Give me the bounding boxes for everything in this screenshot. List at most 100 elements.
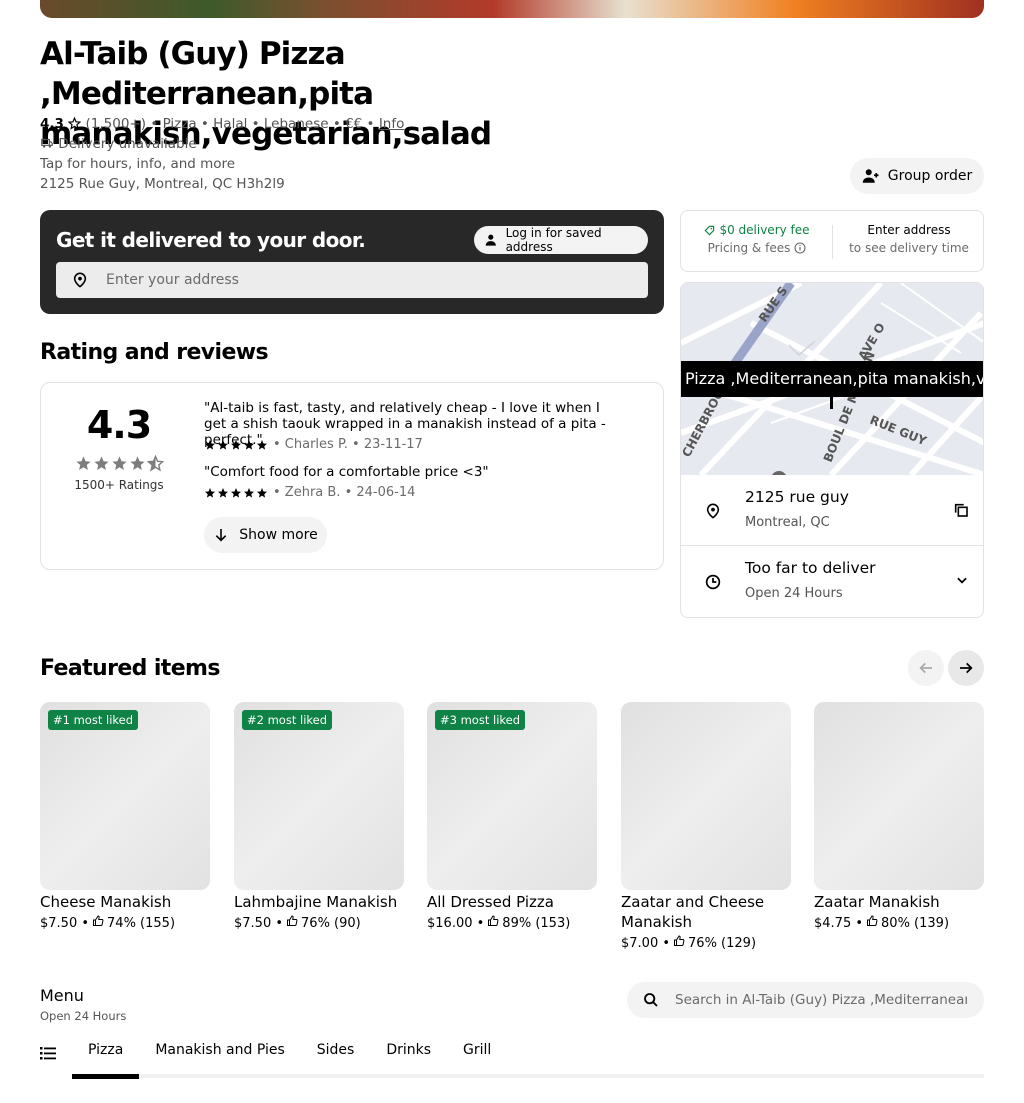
delivery-status-text: Delivery unavailable — [58, 136, 197, 152]
item-meta: $7.50 • 74% (155) — [40, 915, 210, 931]
store-categories: • Pizza • Halal • Lebanese • €€ • — [150, 116, 375, 132]
review-text: "Comfort food for a comfortable price <3… — [204, 464, 489, 480]
login-saved-address-button[interactable]: Log in for saved address — [474, 226, 648, 254]
delivery-status: Delivery unavailable — [40, 136, 197, 152]
arrow-left-icon — [919, 662, 932, 674]
thumbs-up-icon — [487, 915, 499, 931]
featured-item[interactable]: #2 most liked Lahmbajine Manakish $7.50 … — [234, 702, 404, 931]
item-image: #1 most liked — [40, 702, 210, 890]
tab-drinks[interactable]: Drinks — [370, 1030, 447, 1076]
store-rating: 4.3 — [40, 116, 64, 132]
item-price: $7.00 • — [621, 935, 671, 951]
store-address-row[interactable]: 2125 rue guy Montreal, QC — [681, 475, 983, 546]
login-saved-address-label: Log in for saved address — [505, 226, 602, 254]
menu-list-icon[interactable] — [40, 1046, 56, 1060]
person-icon — [485, 234, 496, 246]
featured-item[interactable]: Zaatar Manakish $4.75 • 80% (139) — [814, 702, 984, 931]
enter-address-block[interactable]: Enter address to see delivery time — [833, 223, 985, 255]
copy-icon[interactable] — [953, 502, 969, 518]
star-icon — [231, 487, 241, 498]
tab-sides[interactable]: Sides — [301, 1030, 371, 1076]
most-liked-badge: #2 most liked — [242, 710, 333, 730]
delivery-fee: $0 delivery fee — [719, 223, 810, 237]
featured-item[interactable]: Zaatar and Cheese Manakish $7.00 • 76% (… — [621, 702, 791, 951]
star-icon — [205, 487, 215, 498]
item-meta: $16.00 • 89% (153) — [427, 915, 597, 931]
group-order-label: Group order — [887, 168, 973, 184]
tab-grill[interactable]: Grill — [447, 1030, 507, 1076]
star-icon — [257, 439, 267, 450]
review-meta: • Charles P. • 23-11-17 — [204, 437, 423, 452]
item-price: $16.00 • — [427, 915, 485, 931]
thumbs-up-icon — [92, 915, 104, 931]
delivery-time-hint: to see delivery time — [849, 241, 969, 255]
carousel-prev-button[interactable] — [908, 650, 944, 686]
review-stars — [204, 487, 268, 499]
carousel-next-button[interactable] — [948, 650, 984, 686]
average-rating: 4.3 — [86, 403, 152, 447]
location-pin-icon — [706, 503, 720, 519]
store-hours: Open 24 Hours — [745, 586, 843, 601]
hours-row[interactable]: Too far to deliver Open 24 Hours — [681, 546, 983, 617]
most-liked-badge: #1 most liked — [48, 710, 139, 730]
star-icon — [218, 439, 228, 450]
thumbs-up-icon — [673, 935, 685, 951]
menu-tabs: Pizza Manakish and Pies Sides Drinks Gri… — [72, 1030, 507, 1078]
pricing-fees-label: Pricing & fees — [707, 241, 791, 255]
item-name: Lahmbajine Manakish — [234, 893, 398, 911]
menu-heading: Menu — [40, 986, 84, 1005]
review-stars — [204, 439, 268, 451]
star-icon — [218, 487, 228, 498]
store-street: 2125 rue guy — [745, 488, 849, 506]
delivery-fee-block[interactable]: $0 delivery fee Pricing & fees — [681, 223, 833, 255]
address-input-wrapper[interactable] — [56, 262, 648, 298]
location-card: RUE S CHERBROOK AVE O BOUL DE MAISON RUE… — [680, 282, 984, 618]
map-view[interactable]: RUE S CHERBROOK AVE O BOUL DE MAISON RUE… — [681, 283, 983, 475]
item-name: Cheese Manakish — [40, 893, 172, 911]
group-order-button[interactable]: Group order — [850, 158, 984, 194]
delivery-card-title: Get it delivered to your door. — [56, 228, 366, 252]
item-likes: 74% (155) — [107, 915, 176, 931]
item-name: All Dressed Pizza — [427, 893, 554, 911]
featured-item[interactable]: #3 most liked All Dressed Pizza $16.00 •… — [427, 702, 597, 931]
item-image: #3 most liked — [427, 702, 597, 890]
show-more-button[interactable]: Show more — [204, 517, 327, 553]
fees-card[interactable]: $0 delivery fee Pricing & fees Enter add… — [680, 210, 984, 272]
arrow-right-icon — [960, 662, 973, 674]
star-icon — [205, 439, 215, 450]
item-image — [621, 702, 791, 890]
star-icon — [231, 439, 241, 450]
ratings-count: 1500+ Ratings — [74, 478, 164, 492]
rating-stars — [75, 455, 164, 472]
clock-icon — [705, 574, 721, 590]
menu-search-input[interactable] — [675, 992, 967, 1008]
rating-reviews-heading: Rating and reviews — [40, 340, 269, 365]
menu-search-wrapper[interactable] — [627, 982, 984, 1018]
featured-item[interactable]: #1 most liked Cheese Manakish $7.50 • 74… — [40, 702, 210, 931]
delivery-unavailable-icon — [41, 138, 53, 148]
search-icon — [644, 993, 658, 1007]
add-person-icon — [862, 169, 879, 183]
item-likes: 76% (129) — [688, 935, 757, 951]
chevron-down-icon[interactable] — [955, 573, 969, 587]
tap-hint[interactable]: Tap for hours, info, and more — [40, 156, 235, 172]
star-icon — [244, 487, 254, 498]
tab-pizza[interactable]: Pizza — [72, 1030, 139, 1076]
info-icon[interactable] — [794, 242, 806, 254]
item-image — [814, 702, 984, 890]
item-likes: 80% (139) — [881, 915, 950, 931]
tab-manakish-and-pies[interactable]: Manakish and Pies — [139, 1030, 300, 1076]
store-rating-count: (1,500+) — [85, 116, 147, 132]
item-price: $7.50 • — [234, 915, 284, 931]
address-input[interactable] — [106, 272, 606, 288]
item-meta: $7.00 • 76% (129) — [621, 935, 791, 951]
star-icon — [112, 456, 127, 471]
item-price: $4.75 • — [814, 915, 864, 931]
reviews-card: 4.3 1500+ Ratings "Al-taib is fast, tast… — [40, 382, 664, 570]
info-link[interactable]: Info — [379, 116, 405, 132]
review-author: • Zehra B. • 24-06-14 — [273, 485, 416, 500]
item-price: $7.50 • — [40, 915, 90, 931]
delivery-availability: Too far to deliver — [745, 559, 876, 577]
star-outline-icon — [68, 117, 82, 130]
star-icon — [130, 456, 145, 471]
